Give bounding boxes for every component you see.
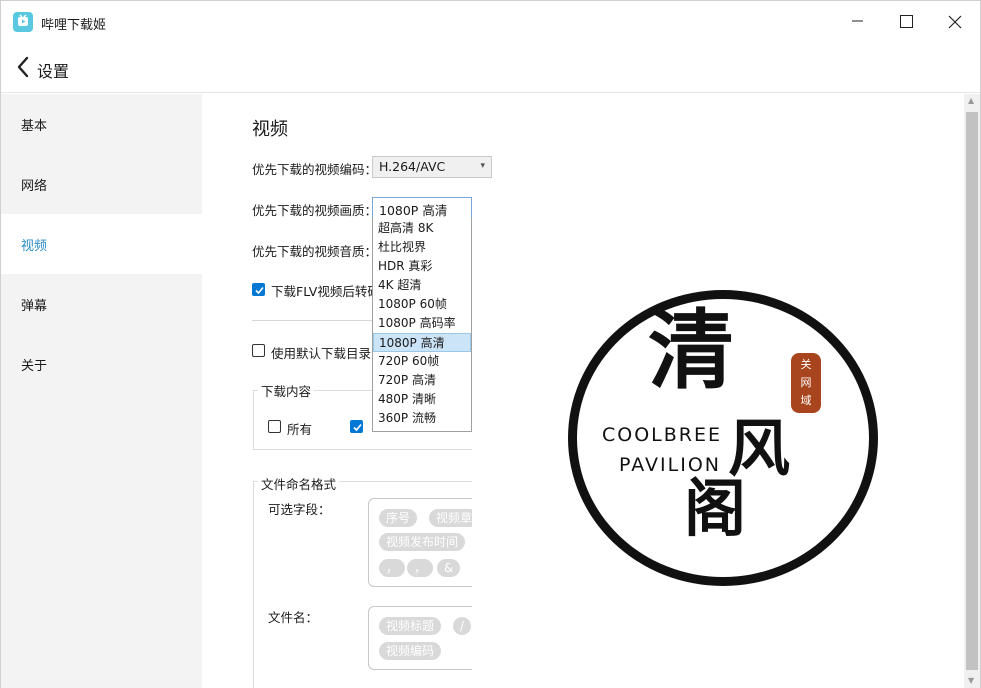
optional-fields-label: 可选字段：	[268, 502, 331, 517]
minimize-icon	[852, 20, 863, 22]
quality-label: 优先下载的视频画质：	[252, 203, 378, 218]
audio-label: 优先下载的视频音质：	[252, 244, 378, 259]
minimize-button[interactable]	[834, 1, 882, 43]
default-dir-checkbox[interactable]	[252, 344, 265, 357]
watermark-char-low: 阁	[684, 472, 747, 545]
field-tag[interactable]: 序号	[379, 509, 418, 527]
quality-option[interactable]: 4K 超清	[373, 276, 471, 295]
sidebar-item-label: 视频	[21, 239, 48, 254]
sidebar-item-label: 基本	[21, 119, 48, 134]
codec-select[interactable]: H.264/AVC ▾	[372, 156, 492, 178]
seal-char: 网	[800, 376, 812, 389]
watermark-english-1: COOLBREE	[602, 424, 723, 446]
download-content-title: 下载内容	[258, 381, 315, 400]
watermark-char-big: 清	[648, 300, 734, 401]
check-icon	[353, 423, 362, 432]
watermark-char-mid: 风	[728, 412, 791, 485]
sidebar-item-video[interactable]: 视频	[1, 214, 202, 274]
maximize-icon	[900, 15, 913, 28]
close-icon	[948, 15, 962, 29]
quality-option[interactable]: 480P 清晰	[373, 390, 471, 409]
flv-transcode-checkbox[interactable]	[252, 283, 265, 296]
quality-option[interactable]: 杜比视界	[373, 238, 471, 257]
quality-option[interactable]: 1080P 60帧	[373, 295, 471, 314]
optional-fields-box: 序号 视频章 视频发布时间 ， ， &	[368, 498, 472, 587]
filename-box: 视频标题 / 视频编码	[368, 606, 472, 670]
sidebar-item-label: 弹幕	[21, 299, 48, 314]
page-title: 设置	[37, 62, 70, 81]
sidebar-item-label: 网络	[21, 179, 48, 194]
quality-dropdown-list[interactable]: 超高清 8K 杜比视界 HDR 真彩 4K 超清 1080P 60帧 1080P…	[372, 218, 472, 432]
field-tag[interactable]: ，	[379, 559, 406, 577]
filename-label: 文件名：	[268, 610, 319, 625]
maximize-button[interactable]	[882, 1, 930, 43]
field-tag[interactable]: ，	[407, 559, 434, 577]
quality-option[interactable]: 超高清 8K	[373, 219, 471, 238]
sidebar-item-about[interactable]: 关于	[1, 334, 202, 394]
field-tag[interactable]: 视频发布时间	[379, 533, 466, 551]
sidebar-item-network[interactable]: 网络	[1, 154, 202, 214]
quality-option[interactable]: 720P 60帧	[373, 352, 471, 371]
codec-label: 优先下载的视频编码：	[252, 162, 378, 177]
download-content-checkbox[interactable]	[350, 420, 363, 433]
scrollbar-thumb[interactable]	[966, 112, 978, 670]
title-bar[interactable]: 哔哩下载姬	[1, 1, 980, 43]
field-tag[interactable]: &	[437, 559, 461, 577]
download-all-label: 所有	[287, 422, 313, 437]
default-dir-label: 使用默认下载目录	[271, 346, 372, 361]
chevron-down-icon: ▾	[480, 161, 485, 171]
quality-option[interactable]: HDR 真彩	[373, 257, 471, 276]
quality-select[interactable]: 1080P 高清	[372, 197, 472, 219]
settings-sidebar: 基本 网络 视频 弹幕 关于	[1, 94, 202, 688]
filename-tag[interactable]: /	[453, 617, 472, 635]
field-tag[interactable]: 视频章	[429, 509, 472, 527]
sidebar-item-danmaku[interactable]: 弹幕	[1, 274, 202, 334]
download-all-checkbox[interactable]	[268, 420, 281, 433]
section-title: 视频	[252, 119, 288, 140]
scroll-up-icon[interactable]: ▲	[968, 96, 974, 105]
app-window: 哔哩下载姬 设置 基本 网络 视频 弹幕 关于 视频 优先下载的视频编码： H.…	[0, 0, 981, 688]
back-button[interactable]	[15, 55, 35, 79]
quality-value: 1080P 高清	[379, 203, 448, 218]
chevron-left-icon	[17, 56, 29, 78]
filename-tag[interactable]: 视频标题	[379, 617, 442, 635]
seal-stamp: 关 网 域	[791, 353, 821, 413]
sidebar-item-basic[interactable]: 基本	[1, 94, 202, 154]
settings-header: 设置	[1, 43, 980, 93]
file-naming-title: 文件命名格式	[258, 474, 340, 493]
vertical-scrollbar[interactable]: ▲ ▼	[964, 94, 980, 688]
sidebar-item-label: 关于	[21, 359, 48, 374]
quality-option[interactable]: 1080P 高码率	[373, 314, 471, 333]
seal-char: 关	[800, 358, 812, 371]
quality-option[interactable]: 720P 高清	[373, 371, 471, 390]
quality-option[interactable]: 360P 流畅	[373, 409, 471, 428]
check-icon	[255, 286, 264, 295]
seal-char: 域	[800, 394, 812, 407]
scroll-down-icon[interactable]: ▼	[968, 676, 974, 685]
app-logo-icon	[13, 12, 33, 32]
watermark-english-2: PAVILION	[619, 454, 721, 476]
filename-tag[interactable]: 视频编码	[379, 642, 442, 660]
flv-transcode-label: 下载FLV视频后转码	[271, 284, 380, 299]
watermark-logo: 清 风 阁 COOLBREE PAVILION 关 网 域	[564, 290, 880, 586]
quality-option-selected[interactable]: 1080P 高清	[373, 333, 471, 352]
close-button[interactable]	[930, 1, 978, 43]
window-title: 哔哩下载姬	[41, 18, 107, 33]
codec-value: H.264/AVC	[379, 159, 446, 174]
